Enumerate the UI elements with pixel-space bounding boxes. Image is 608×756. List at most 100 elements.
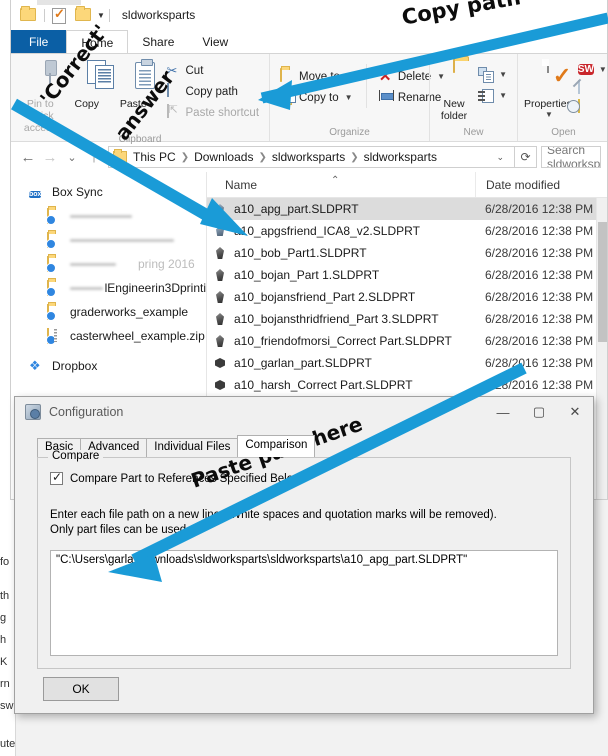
column-header-date-modified[interactable]: Date modified [475, 172, 560, 197]
address-chevron-down-icon[interactable]: ⌄ [490, 152, 510, 163]
copy-to-button[interactable]: Copy to ▼ [276, 87, 358, 108]
table-row[interactable]: a10_bojansfriend_Part 2.SLDPRT 6/28/2016… [207, 286, 607, 308]
paste-shortcut-button[interactable]: Paste shortcut [163, 102, 264, 123]
nav-item-redacted-2[interactable] [11, 228, 206, 252]
compare-part-checkbox[interactable] [50, 470, 63, 485]
file-name-cell: a10_friendofmorsi_Correct Part.SLDPRT [207, 334, 475, 348]
copy-path-button[interactable]: Copy path [163, 81, 264, 102]
breadcrumb-this-pc[interactable]: This PC [131, 150, 178, 164]
table-row[interactable]: a10_apgsfriend_ICA8_v2.SLDPRT 6/28/2016 … [207, 220, 607, 242]
nav-item-label-redacted [70, 238, 174, 242]
sync-folder-icon [47, 207, 64, 224]
copy-to-label: Copy to [299, 91, 339, 104]
table-row[interactable]: a10_garlan_part.SLDPRT 6/28/2016 12:38 P… [207, 352, 607, 374]
minimize-button[interactable]: — [485, 397, 521, 427]
tab-share[interactable]: Share [128, 30, 188, 54]
tab-comparison[interactable]: Comparison [237, 435, 316, 457]
pin-to-quick-access-button[interactable]: Pin to Quick access [17, 58, 64, 134]
table-row[interactable]: a10_bob_Part1.SLDPRT 6/28/2016 12:38 PM [207, 242, 607, 264]
file-name-label: a10_garlan_part.SLDPRT [234, 356, 372, 370]
new-item-icon [478, 67, 495, 83]
paste-button[interactable]: Paste [110, 58, 157, 110]
recent-locations-button[interactable]: ⌄ [61, 146, 83, 168]
breadcrumb-separator-icon[interactable]: ❯ [255, 152, 269, 163]
file-name-cell: a10_bob_Part1.SLDPRT [207, 246, 475, 260]
refresh-icon[interactable]: ⟳ [515, 146, 537, 168]
table-row[interactable]: a10_friendofmorsi_Correct Part.SLDPRT 6/… [207, 330, 607, 352]
breadcrumb-separator-icon[interactable]: ❯ [178, 152, 192, 163]
maximize-button[interactable]: ▢ [521, 397, 557, 427]
breadcrumb-sldworksparts-2[interactable]: sldworksparts [362, 150, 439, 164]
tab-view[interactable]: View [188, 30, 242, 54]
file-paths-textarea[interactable]: "C:\Users\garla\Downloads\sldworksparts\… [50, 550, 558, 656]
ribbon-tab-strip: File Home Share View [11, 30, 607, 55]
dialog-title-bar[interactable]: Configuration — ▢ ✕ [15, 397, 593, 427]
file-date-cell: 6/28/2016 12:38 PM [485, 312, 594, 326]
compare-part-checkbox-row[interactable]: Compare Part to References Specified Bel… [50, 470, 301, 485]
compare-group-legend: Compare [48, 450, 104, 462]
nav-item-box-sync[interactable]: box Box Sync [11, 180, 206, 204]
delete-icon: ✕ [378, 68, 392, 85]
tab-file[interactable]: File [11, 30, 67, 54]
nav-item-redacted-1[interactable] [11, 204, 206, 228]
sync-folder-icon [47, 279, 64, 296]
path-hint-line-2: Only part files can be used. [50, 523, 190, 536]
breadcrumb-downloads[interactable]: Downloads [192, 150, 255, 164]
tab-individual-files[interactable]: Individual Files [146, 438, 239, 457]
nav-item-casterwheel-example-zip[interactable]: casterwheel_example.zip [11, 324, 206, 348]
ribbon-group-new: New folder ▼ ▼ New [429, 54, 517, 141]
up-button[interactable]: ↑ [83, 146, 105, 168]
ribbon-group-organize: Move to ▼ Copy to ▼ ✕ Delete ▼ Rename Or… [269, 54, 445, 141]
nav-item-dropbox[interactable]: ❖ Dropbox [11, 354, 206, 378]
column-header-name[interactable]: ⌃ Name [207, 175, 475, 192]
breadcrumb-sldworksparts-1[interactable]: sldworksparts [270, 150, 347, 164]
scissors-icon: ✂ [166, 63, 178, 78]
chevron-down-icon[interactable]: ▼ [526, 110, 572, 119]
table-row[interactable]: a10_bojan_Part 1.SLDPRT 6/28/2016 12:38 … [207, 264, 607, 286]
table-row[interactable]: a10_bojansthridfriend_Part 3.SLDPRT 6/28… [207, 308, 607, 330]
chevron-down-icon[interactable]: ▼ [345, 93, 353, 102]
table-row[interactable]: a10_apg_part.SLDPRT 6/28/2016 12:38 PM [207, 198, 607, 220]
ok-button[interactable]: OK [43, 677, 119, 701]
nav-item-redacted-3[interactable]: pring 2016 [11, 252, 206, 276]
window-title: sldworksparts [121, 8, 196, 22]
copy-button[interactable]: Copy [64, 58, 114, 110]
quick-access-properties-icon[interactable] [52, 6, 69, 24]
easy-access-button[interactable]: ▼ [474, 85, 511, 106]
chevron-down-icon[interactable]: ▼ [499, 70, 507, 79]
new-folder-button[interactable]: New folder [436, 58, 472, 122]
quick-access-new-folder-icon[interactable] [75, 5, 92, 23]
back-button[interactable]: ← [17, 146, 39, 168]
scrollbar-thumb[interactable] [598, 222, 607, 342]
history-icon [577, 99, 593, 115]
move-to-button[interactable]: Move to ▼ [276, 66, 358, 87]
paste-icon [110, 59, 157, 98]
search-input[interactable]: Search sldworksparts [541, 146, 601, 168]
forward-button[interactable]: → [39, 146, 61, 168]
properties-button[interactable]: Properties ▼ [524, 58, 572, 119]
quick-access-folder-icon[interactable] [20, 5, 37, 23]
edit-icon [577, 80, 593, 96]
new-item-button[interactable]: ▼ [474, 64, 511, 85]
edit-button[interactable] [574, 79, 608, 98]
open-with-solidworks-button[interactable]: SW ▼ [574, 60, 608, 79]
close-button[interactable]: ✕ [557, 397, 593, 427]
chevron-down-icon[interactable]: ▼ [499, 91, 507, 100]
quick-access-chevron-down-icon[interactable]: ▼ [97, 11, 105, 20]
tab-home[interactable]: Home [66, 30, 129, 55]
sldprt-file-icon [213, 290, 227, 304]
cut-button[interactable]: ✂ Cut [163, 60, 264, 81]
ribbon-group-open: Properties ▼ SW ▼ [517, 54, 608, 141]
history-button[interactable] [574, 98, 608, 117]
nav-item-redacted-4[interactable]: lEngineerin3Dprinti [11, 276, 206, 300]
address-bar[interactable]: This PC ❯ Downloads ❯ sldworksparts ❯ sl… [108, 146, 515, 168]
chevron-down-icon[interactable]: ▼ [599, 65, 607, 74]
nav-item-graderworks-example[interactable]: graderworks_example [11, 300, 206, 324]
file-name-label: a10_bojansthridfriend_Part 3.SLDPRT [234, 312, 439, 326]
chevron-down-icon[interactable]: ▼ [346, 72, 354, 81]
sync-folder-icon [47, 303, 64, 320]
vertical-scrollbar[interactable] [596, 198, 607, 499]
table-row[interactable]: a10_harsh_Correct Part.SLDPRT 6/28/2016 … [207, 374, 607, 396]
file-date-cell: 6/28/2016 12:38 PM [485, 224, 594, 238]
breadcrumb-separator-icon[interactable]: ❯ [347, 152, 361, 163]
